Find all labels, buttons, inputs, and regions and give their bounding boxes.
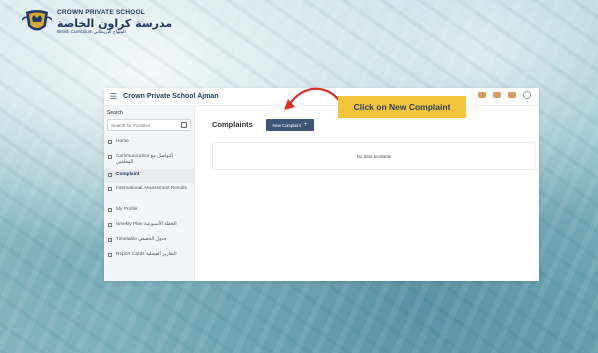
sidebar-item-label: Weekly Plan الخطة الأسبوعية (116, 222, 177, 227)
profile-icon (108, 208, 112, 212)
callout-text: Click on New Complaint (353, 102, 451, 112)
assessment-icon (108, 187, 112, 191)
search-icon[interactable] (181, 122, 187, 128)
search-label: Search (107, 110, 123, 116)
school-logo: CROWN PRIVATE SCHOOL مدرسة كراون الخاصة … (22, 8, 172, 36)
sidebar-item-label: Complaint (116, 172, 140, 177)
search-input[interactable] (111, 122, 179, 128)
sidebar-item-label: Home (116, 139, 129, 144)
home-icon (108, 140, 112, 144)
plus-icon: + (303, 122, 308, 128)
sidebar: Search Home Communication التواصل مع الم… (104, 106, 195, 281)
instruction-callout: Click on New Complaint (338, 96, 466, 118)
school-name-ar: مدرسة كراون الخاصة (57, 16, 173, 30)
notification-icon[interactable] (478, 92, 486, 98)
sidebar-item-home[interactable]: Home (104, 139, 194, 154)
top-icons (478, 91, 531, 99)
gear-icon[interactable] (523, 91, 531, 99)
curriculum-label: British Curriculum المنهاج البريطاني (57, 28, 126, 34)
sidebar-item-label: Report Cards التقارير الفصلية (116, 252, 177, 257)
school-name-en: CROWN PRIVATE SCHOOL (57, 9, 145, 16)
complaints-list-panel: No data available (212, 142, 536, 170)
timetable-icon (108, 238, 112, 242)
message-icon[interactable] (493, 92, 501, 98)
sidebar-item-weekly-plan[interactable]: Weekly Plan الخطة الأسبوعية (104, 222, 194, 237)
school-crest-icon (22, 10, 52, 31)
alert-icon[interactable] (508, 92, 516, 98)
complaint-icon (108, 173, 112, 177)
empty-state-text: No data available (356, 153, 392, 159)
sidebar-item-label: International Assessment Results (116, 186, 187, 191)
sidebar-item-label: My Profile (116, 207, 138, 212)
chat-icon (108, 155, 112, 159)
calendar-icon (108, 223, 112, 227)
sidebar-item-complaint[interactable]: Complaint (104, 169, 194, 183)
sidebar-item-timetable[interactable]: Timetable جدول الحصص (104, 237, 194, 252)
app-title: Crown Private School Ajman (123, 93, 219, 100)
sidebar-item-profile[interactable]: My Profile (104, 207, 194, 222)
sidebar-item-label: Timetable جدول الحصص (116, 237, 167, 242)
sidebar-item-report-cards[interactable]: Report Cards التقارير الفصلية (104, 252, 194, 267)
main-content: Complaints New Complaint + No data avail… (196, 106, 539, 281)
sidebar-nav: Home Communication التواصل مع المعلمين C… (104, 139, 194, 267)
search-box (107, 119, 191, 131)
page-title: Complaints (212, 120, 253, 129)
sidebar-item-communication[interactable]: Communication التواصل مع المعلمين (104, 154, 194, 169)
report-icon (108, 253, 112, 257)
sidebar-item-label: Communication التواصل مع المعلمين (116, 154, 173, 166)
menu-icon[interactable]: ☰ (110, 92, 117, 101)
new-complaint-label: New Complaint (272, 122, 301, 128)
sidebar-item-assessment[interactable]: International Assessment Results (104, 183, 194, 207)
